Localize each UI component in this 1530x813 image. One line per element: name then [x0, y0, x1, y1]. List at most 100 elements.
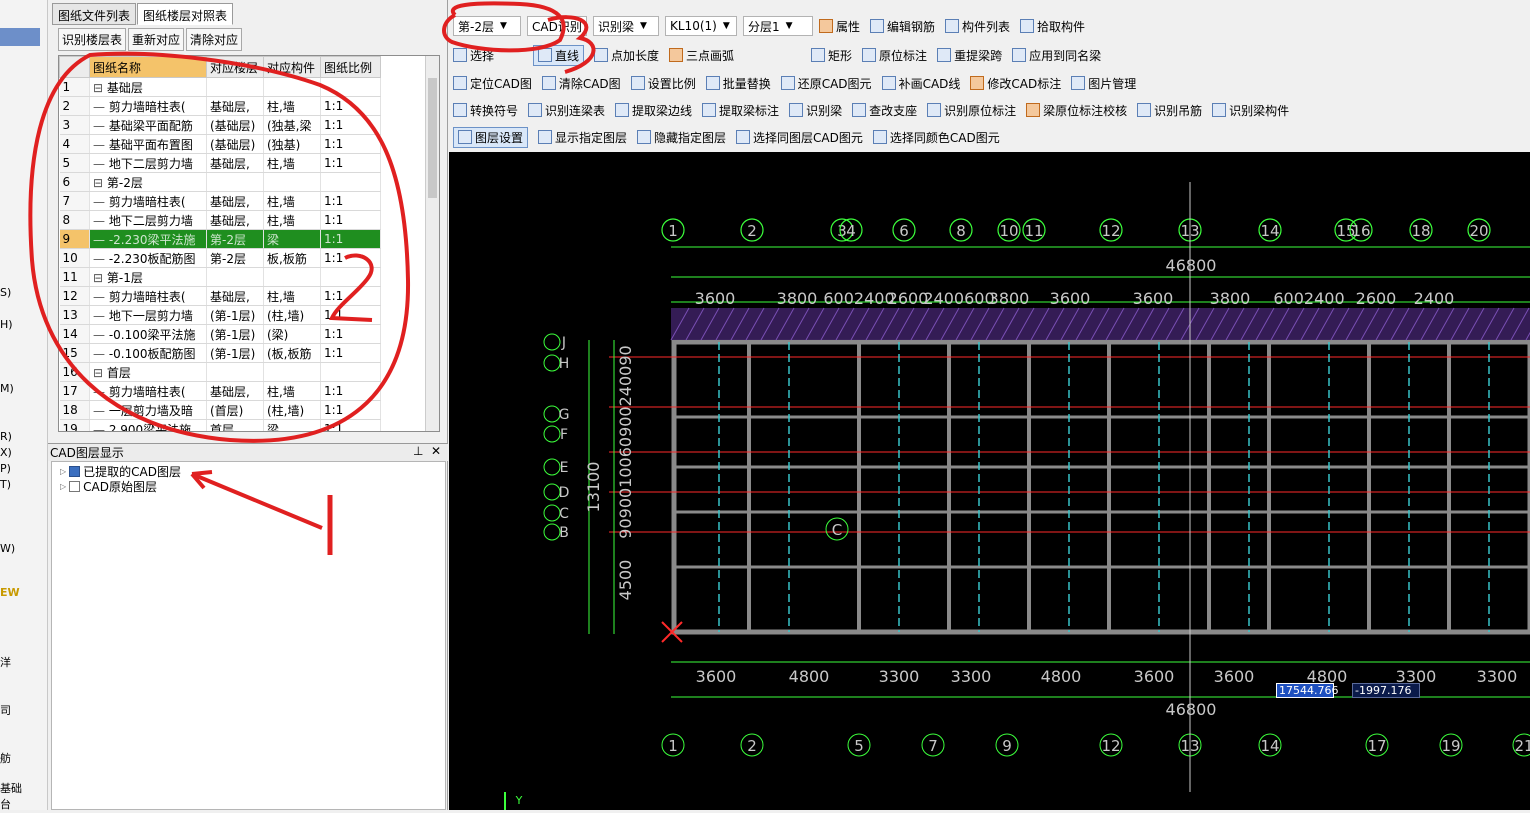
component-cell[interactable] — [263, 267, 321, 287]
extract-beam-edge-button[interactable]: 提取梁边线 — [615, 102, 692, 119]
menu-label[interactable]: 基础 — [0, 780, 22, 796]
component-cell[interactable]: 柱,墙 — [263, 96, 321, 116]
floor-cell[interactable]: 首层 — [206, 419, 264, 431]
component-cell[interactable]: 柱,墙 — [263, 286, 321, 306]
drawing-name-cell[interactable]: — 地下二层剪力墙 — [89, 153, 207, 173]
drawing-name-cell[interactable]: — 基础梁平面配筋 — [89, 115, 207, 135]
menu-label[interactable]: S) — [0, 286, 11, 299]
component-cell[interactable]: (柱,墙) — [263, 305, 321, 325]
floor-cell[interactable]: 第-2层 — [206, 229, 264, 249]
layer-select[interactable]: 分层1 ▼ — [743, 16, 813, 36]
drawing-name-cell[interactable]: — 剪力墙暗柱表( — [89, 381, 207, 401]
drawing-name-cell[interactable]: ⊟ 第-1层 — [89, 267, 207, 287]
menu-label[interactable]: W) — [0, 542, 15, 555]
scale-cell[interactable]: 1:1 — [320, 134, 381, 154]
menu-label[interactable]: M) — [0, 382, 14, 395]
clear-cad-button[interactable]: 清除CAD图 — [541, 75, 621, 92]
component-cell[interactable]: (独基,梁 — [263, 115, 321, 135]
floor-cell[interactable]: (第-1层) — [206, 324, 264, 344]
restore-cad-button[interactable]: 还原CAD图元 — [780, 75, 872, 92]
drawing-name-cell[interactable]: — 剪力墙暗柱表( — [89, 96, 207, 116]
menu-label[interactable]: EW — [0, 586, 20, 599]
extract-beam-annotation-button[interactable]: 提取梁标注 — [702, 102, 779, 119]
floor-cell[interactable]: (第-1层) — [206, 343, 264, 363]
collapse-icon[interactable]: ⊟ — [93, 81, 107, 95]
scale-cell[interactable]: 1:1 — [320, 419, 381, 431]
check-in-situ-button[interactable]: 梁原位标注校核 — [1026, 102, 1127, 119]
floor-cell[interactable] — [206, 172, 264, 192]
batch-replace-button[interactable]: 批量替换 — [705, 75, 771, 92]
component-cell[interactable]: 板,板筋 — [263, 248, 321, 268]
re-extract-span-button[interactable]: 重提梁跨 — [937, 47, 1002, 64]
modify-cad-annotation-button[interactable]: 修改CAD标注 — [970, 75, 1061, 92]
drawing-name-cell[interactable]: — 一层剪力墙及暗 — [89, 400, 207, 420]
component-cell[interactable]: (板,板筋 — [263, 343, 321, 363]
table-row[interactable]: 4 — 基础平面布置图 (基础层) (独基) 1:1 — [59, 134, 381, 154]
component-cell[interactable] — [263, 77, 321, 97]
floor-cell[interactable]: (第-1层) — [206, 305, 264, 325]
image-manager-button[interactable]: 图片管理 — [1071, 75, 1136, 92]
scale-cell[interactable]: 1:1 — [320, 115, 381, 135]
scale-cell[interactable] — [320, 267, 381, 287]
table-row[interactable]: 8 — 地下二层剪力墙 基础层, 柱,墙 1:1 — [59, 210, 381, 230]
menu-label[interactable]: H) — [0, 318, 13, 331]
drawing-name-cell[interactable]: — 地下二层剪力墙 — [89, 210, 207, 230]
select-same-layer-button[interactable]: 选择同图层CAD图元 — [736, 129, 863, 146]
close-icon[interactable]: ✕ — [431, 444, 441, 458]
table-row[interactable]: 5 — 地下二层剪力墙 基础层, 柱,墙 1:1 — [59, 153, 381, 173]
scale-cell[interactable] — [320, 362, 381, 382]
column-header-component[interactable]: 对应构件 — [263, 56, 321, 78]
drawing-name-cell[interactable]: ⊟ 第-2层 — [89, 172, 207, 192]
select-button[interactable]: 选择 — [453, 47, 523, 64]
identify-in-situ-button[interactable]: 识别原位标注 — [927, 102, 1016, 119]
scale-cell[interactable]: 1:1 — [320, 248, 381, 268]
tree-item-original-layers[interactable]: ▷ CAD原始图层 — [60, 478, 157, 495]
table-scrollbar[interactable] — [425, 56, 439, 431]
three-point-arc-button[interactable]: 三点画弧 — [669, 47, 801, 64]
drawing-name-cell[interactable]: — -2.230梁平法施 — [89, 229, 207, 249]
menu-label[interactable]: 舫 — [0, 750, 11, 766]
scale-cell[interactable]: 1:1 — [320, 286, 381, 306]
identify-beam-component-button[interactable]: 识别梁构件 — [1212, 102, 1289, 119]
floor-cell[interactable] — [206, 362, 264, 382]
floor-cell[interactable]: 基础层, — [206, 153, 264, 173]
line-button[interactable]: 直线 — [533, 44, 585, 66]
locate-cad-button[interactable]: 定位CAD图 — [453, 75, 532, 92]
scale-cell[interactable] — [320, 77, 381, 97]
table-row[interactable]: 2 — 剪力墙暗柱表(基础层, 柱,墙 1:1 — [59, 96, 381, 116]
layer-checkbox[interactable] — [69, 466, 81, 477]
scale-cell[interactable]: 1:1 — [320, 153, 381, 173]
component-cell[interactable] — [263, 362, 321, 382]
floor-cell[interactable]: 基础层, — [206, 381, 264, 401]
component-cell[interactable] — [263, 172, 321, 192]
table-row[interactable]: 14 — -0.100梁平法施 (第-1层) (梁) 1:1 — [59, 324, 381, 344]
drawing-name-cell[interactable]: — 基础平面布置图 — [89, 134, 207, 154]
table-group-row[interactable]: 1 ⊟ 基础层 — [59, 77, 381, 97]
component-cell[interactable]: (独基) — [263, 134, 321, 154]
table-row[interactable]: 10 — -2.230板配筋图 第-2层 板,板筋 1:1 — [59, 248, 381, 268]
table-row[interactable]: 17 — 剪力墙暗柱表(基础层, 柱,墙 1:1 — [59, 381, 381, 401]
apply-same-name-button[interactable]: 应用到同名梁 — [1012, 47, 1101, 64]
rectangle-button[interactable]: 矩形 — [811, 47, 852, 64]
floor-cell[interactable]: (基础层) — [206, 134, 264, 154]
table-row[interactable]: 15 — -0.100板配筋图 (第-1层) (板,板筋 1:1 — [59, 343, 381, 363]
table-row[interactable]: 12 — 剪力墙暗柱表(基础层, 柱,墙 1:1 — [59, 286, 381, 306]
expand-icon[interactable]: ▷ — [60, 467, 66, 476]
scale-cell[interactable]: 1:1 — [320, 381, 381, 401]
component-cell[interactable]: 梁 — [263, 419, 321, 431]
scale-cell[interactable]: 1:1 — [320, 400, 381, 420]
scroll-thumb[interactable] — [428, 78, 437, 198]
table-row[interactable]: 9 — -2.230梁平法施 第-2层梁 1:1 — [59, 229, 381, 249]
component-cell[interactable]: 柱,墙 — [263, 210, 321, 230]
identify-link-beam-table-button[interactable]: 识别连梁表 — [528, 102, 605, 119]
select-same-color-button[interactable]: 选择同颜色CAD图元 — [872, 129, 1000, 146]
scale-cell[interactable]: 1:1 — [320, 229, 381, 249]
component-cell[interactable]: 梁 — [263, 229, 321, 249]
scale-cell[interactable]: 1:1 — [320, 191, 381, 211]
tab-drawing-list[interactable]: 图纸文件列表 — [52, 3, 137, 25]
cad-mode-select[interactable]: CAD识别 — [527, 16, 587, 36]
scale-cell[interactable]: 1:1 — [320, 343, 381, 363]
column-header-scale[interactable]: 图纸比例 — [320, 56, 381, 78]
identify-floor-table-button[interactable]: 识别楼层表 — [58, 28, 127, 51]
edit-rebar-button[interactable]: 编辑钢筋 — [870, 18, 935, 35]
